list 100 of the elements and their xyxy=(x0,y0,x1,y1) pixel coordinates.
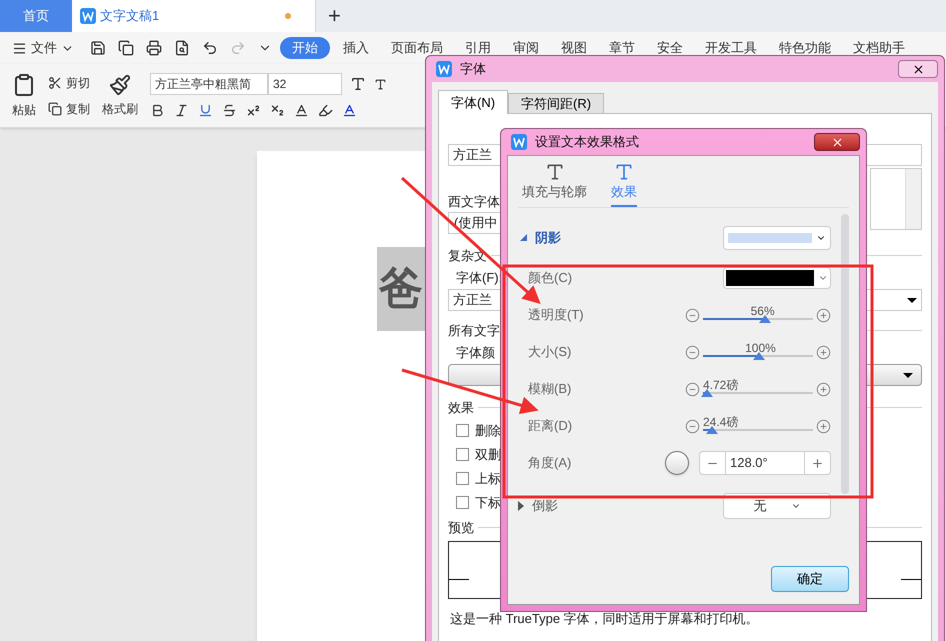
slider-thumb[interactable] xyxy=(706,426,718,434)
checkbox[interactable] xyxy=(456,472,469,485)
all-text-heading: 所有文字 xyxy=(448,322,500,340)
slider-reading: 100% xyxy=(745,342,776,354)
copy-button[interactable]: 复制 xyxy=(48,100,90,118)
dialog-tab[interactable]: 字符间距(R) xyxy=(508,93,604,114)
document-tab[interactable]: 首页 xyxy=(0,0,72,32)
slider-thumb[interactable] xyxy=(753,352,766,360)
close-icon xyxy=(830,136,844,148)
paste-button[interactable]: 粘贴 xyxy=(12,72,36,118)
font-description: 这是一种 TrueType 字体，同时适用于屏幕和打印机。 xyxy=(449,610,759,628)
file-menu[interactable]: 文件 xyxy=(12,38,82,58)
effect-label: 模糊(B) xyxy=(528,380,572,398)
ribbon-tab[interactable]: 文档助手 xyxy=(844,37,914,59)
ribbon-tab[interactable]: 审阅 xyxy=(504,37,548,59)
increase-button[interactable] xyxy=(816,418,831,434)
checkbox-label: 双删 xyxy=(475,446,501,464)
checkbox-label: 上标 xyxy=(475,470,501,488)
preview-heading: 预览 xyxy=(448,518,474,536)
slider-thumb[interactable] xyxy=(701,388,714,396)
dropdown-arrow-icon xyxy=(907,298,917,302)
cut-button[interactable]: 剪切 xyxy=(48,74,90,92)
ribbon-tab[interactable]: 开发工具 xyxy=(696,37,766,59)
checkbox-label: 删除 xyxy=(475,422,501,440)
undo-icon[interactable] xyxy=(202,40,218,56)
italic-icon[interactable] xyxy=(174,103,189,118)
angle-dial[interactable] xyxy=(665,451,689,475)
ribbon-tab[interactable]: 引用 xyxy=(456,37,500,59)
slider-thumb[interactable] xyxy=(758,314,771,322)
shadow-section-toggle[interactable]: 阴影 xyxy=(518,228,561,248)
text-effect-icon[interactable] xyxy=(294,103,309,118)
expand-arrow-icon xyxy=(520,234,527,241)
reflection-section-toggle[interactable]: 倒影 xyxy=(518,496,558,516)
decrease-button[interactable] xyxy=(685,418,700,434)
angle-value: 128.0° xyxy=(725,452,805,474)
slider-reading: 24.4磅 xyxy=(703,416,738,428)
western-font-label: 西文字体 xyxy=(448,194,500,210)
copy-icon[interactable] xyxy=(118,40,134,56)
bold-icon[interactable] xyxy=(150,103,165,118)
decrease-button[interactable] xyxy=(685,308,700,322)
close-button[interactable] xyxy=(814,133,860,151)
font-size-field[interactable]: 32 xyxy=(268,73,342,95)
ribbon-tab[interactable]: 插入 xyxy=(334,37,378,59)
new-tab-button[interactable]: + xyxy=(316,0,353,32)
underline-icon[interactable] xyxy=(198,103,213,118)
app-logo-icon xyxy=(511,134,527,150)
effect-label: 颜色(C) xyxy=(528,269,574,288)
increase-button[interactable] xyxy=(816,344,831,360)
scrollbar[interactable] xyxy=(905,169,921,229)
ribbon-tab[interactable]: 页面布局 xyxy=(382,37,452,59)
menu-icon xyxy=(12,40,27,56)
effect-label: 大小(S) xyxy=(528,343,572,362)
print-icon[interactable] xyxy=(146,40,162,56)
checkbox[interactable] xyxy=(456,496,469,509)
ribbon-tab[interactable]: 安全 xyxy=(648,37,692,59)
close-icon xyxy=(912,62,924,76)
slider-reading: 4.72磅 xyxy=(703,378,738,390)
clipboard-icon xyxy=(12,72,36,96)
font-color-icon[interactable] xyxy=(342,103,357,118)
checkbox-label: 下标 xyxy=(475,494,501,512)
app-logo-icon xyxy=(80,8,96,24)
decrease-button[interactable] xyxy=(685,344,700,360)
expand-arrow-icon xyxy=(518,500,524,510)
font-size-field[interactable] xyxy=(866,144,922,166)
increment-icon[interactable] xyxy=(811,456,824,470)
superscript-icon[interactable] xyxy=(246,103,261,118)
increase-button[interactable] xyxy=(816,382,831,396)
color-dropdown[interactable] xyxy=(723,267,831,289)
decrease-button[interactable] xyxy=(685,382,700,396)
scrollbar[interactable] xyxy=(841,214,849,494)
ribbon-tab[interactable]: 开始 xyxy=(280,37,330,59)
dialog-tab[interactable]: 字体(N) xyxy=(438,90,508,114)
checkbox[interactable] xyxy=(456,424,469,437)
effect-label: 透明度(T) xyxy=(528,306,585,324)
scissors-icon xyxy=(48,76,62,90)
ribbon-tab[interactable]: 章节 xyxy=(600,37,644,59)
format-painter-button[interactable]: 格式刷 xyxy=(102,74,138,118)
subscript-icon[interactable] xyxy=(270,103,285,118)
increase-button[interactable] xyxy=(816,308,831,322)
paintbrush-icon xyxy=(109,74,131,96)
dialog-title: 字体 xyxy=(460,60,486,78)
effect-tab[interactable]: 填充与轮廓 xyxy=(522,162,587,206)
ribbon-tab[interactable]: 特色功能 xyxy=(770,37,840,59)
angle-spinner[interactable]: 128.0° xyxy=(699,451,831,475)
highlight-icon[interactable] xyxy=(318,103,333,118)
font-color-label: 字体颜 xyxy=(455,344,495,362)
slider-reading: 56% xyxy=(750,304,775,316)
font-name-field[interactable]: 方正兰亭中粗黑简 xyxy=(150,73,268,95)
checkbox[interactable] xyxy=(456,448,469,461)
close-button[interactable] xyxy=(898,60,938,78)
dialog-title: 设置文本效果格式 xyxy=(535,133,639,152)
ok-button[interactable]: 确定 xyxy=(771,566,849,592)
effects-heading: 效果 xyxy=(448,399,474,417)
effect-label: 角度(A) xyxy=(528,454,572,472)
strikethrough-icon[interactable] xyxy=(222,103,237,118)
ribbon-tab[interactable]: 视图 xyxy=(552,37,596,59)
preview-icon[interactable] xyxy=(174,40,190,56)
app-logo-icon xyxy=(436,61,452,77)
document-tab[interactable]: 文字文稿1 xyxy=(72,0,316,32)
save-icon[interactable] xyxy=(90,40,106,56)
